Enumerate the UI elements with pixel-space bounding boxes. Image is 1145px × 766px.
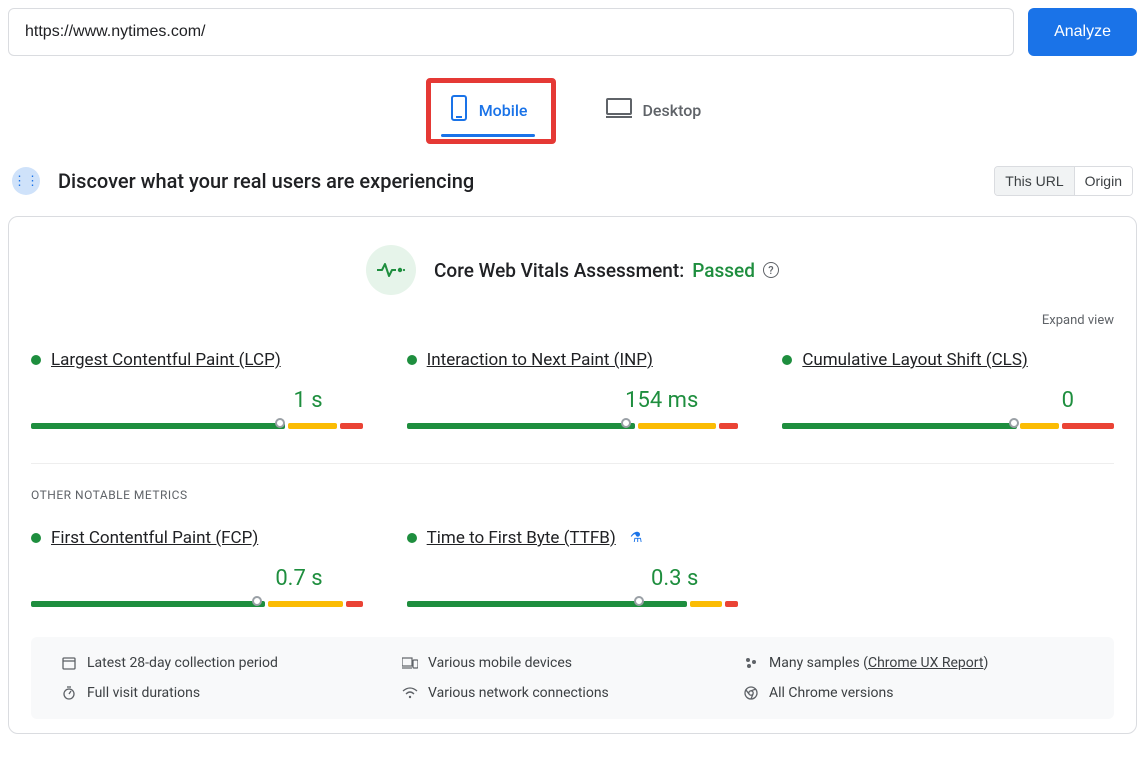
status-dot-good <box>782 355 792 365</box>
percentile-marker <box>621 418 631 428</box>
metric-value: 154 ms <box>407 388 739 413</box>
scope-toggle: This URL Origin <box>994 166 1133 196</box>
metric-name-link[interactable]: Time to First Byte (TTFB) <box>427 528 616 548</box>
vitals-pulse-icon <box>366 245 416 295</box>
metric-value: 0.3 s <box>407 566 739 591</box>
mobile-icon <box>449 95 469 125</box>
status-dot-good <box>31 355 41 365</box>
status-dot-good <box>407 355 417 365</box>
percentile-marker <box>252 596 262 606</box>
footer-samples: Many samples (Chrome UX Report) <box>743 655 1084 671</box>
section-title: Discover what your real users are experi… <box>58 169 474 193</box>
metric-value: 0 <box>782 388 1114 413</box>
other-metrics-header: OTHER NOTABLE METRICS <box>31 488 1114 502</box>
tab-mobile[interactable]: Mobile <box>431 83 546 139</box>
metric-item: Interaction to Next Paint (INP) 154 ms <box>407 350 739 429</box>
toggle-origin[interactable]: Origin <box>1074 167 1132 195</box>
percentile-marker <box>634 596 644 606</box>
tab-mobile-label: Mobile <box>479 101 528 120</box>
highlight-box: Mobile <box>426 78 557 144</box>
expand-view-link[interactable]: Expand view <box>31 313 1114 328</box>
stopwatch-icon <box>61 686 77 700</box>
metric-name-link[interactable]: Cumulative Layout Shift (CLS) <box>802 350 1028 370</box>
distribution-bar <box>407 601 739 607</box>
footer-devices: Various mobile devices <box>402 655 743 671</box>
devices-icon <box>402 657 418 669</box>
metric-value: 1 s <box>31 388 363 413</box>
url-input[interactable] <box>8 8 1014 56</box>
metric-name-link[interactable]: Interaction to Next Paint (INP) <box>427 350 653 370</box>
metric-item: Cumulative Layout Shift (CLS) 0 <box>782 350 1114 429</box>
crux-report-link[interactable]: Chrome UX Report <box>868 655 983 671</box>
percentile-marker <box>275 418 285 428</box>
tab-desktop[interactable]: Desktop <box>588 78 719 144</box>
chrome-icon <box>743 686 759 700</box>
percentile-marker <box>1009 418 1019 428</box>
vitals-title: Core Web Vitals Assessment: Passed ? <box>434 259 779 282</box>
footer-versions: All Chrome versions <box>743 685 1084 701</box>
people-icon: ⋮⋮ <box>12 167 40 195</box>
vitals-status: Passed <box>692 259 755 282</box>
footer-collection-period: Latest 28-day collection period <box>61 655 402 671</box>
metric-value: 0.7 s <box>31 566 363 591</box>
distribution-bar <box>31 423 363 429</box>
footer-network: Various network connections <box>402 685 743 701</box>
metric-name-link[interactable]: First Contentful Paint (FCP) <box>51 528 258 548</box>
distribution-bar <box>407 423 739 429</box>
metric-item: Largest Contentful Paint (LCP) 1 s <box>31 350 363 429</box>
metadata-footer: Latest 28-day collection period Various … <box>31 637 1114 719</box>
metric-name-link[interactable]: Largest Contentful Paint (LCP) <box>51 350 281 370</box>
vitals-card: Core Web Vitals Assessment: Passed ? Exp… <box>8 216 1137 734</box>
distribution-bar <box>782 423 1114 429</box>
divider <box>31 463 1114 464</box>
status-dot-good <box>407 533 417 543</box>
status-dot-good <box>31 533 41 543</box>
distribution-bar <box>31 601 363 607</box>
desktop-icon <box>606 98 632 122</box>
wifi-icon <box>402 687 418 699</box>
metric-item: First Contentful Paint (FCP) 0.7 s <box>31 528 363 607</box>
toggle-this-url[interactable]: This URL <box>995 167 1073 195</box>
metric-item: Time to First Byte (TTFB) ⚗ 0.3 s <box>407 528 739 607</box>
tab-desktop-label: Desktop <box>642 101 701 120</box>
flask-icon: ⚗ <box>630 530 643 546</box>
samples-icon <box>743 657 759 669</box>
help-icon[interactable]: ? <box>763 262 779 278</box>
footer-durations: Full visit durations <box>61 685 402 701</box>
analyze-button[interactable]: Analyze <box>1028 8 1137 56</box>
calendar-icon <box>61 656 77 670</box>
